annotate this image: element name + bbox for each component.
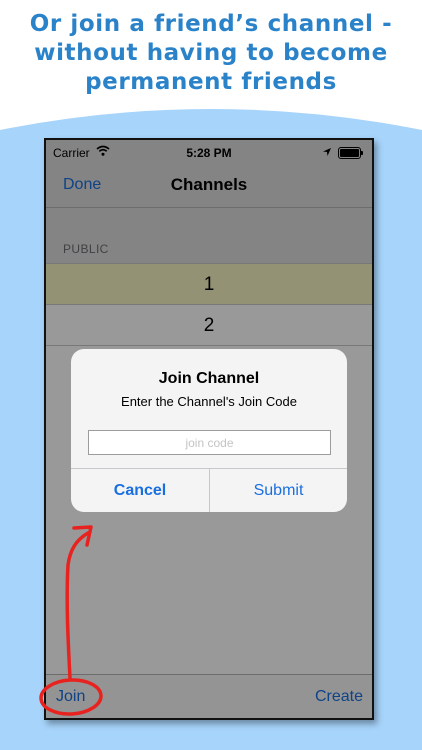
headline-line-2: without having to become [34,40,388,66]
promo-headline: Or join a friend’s channel - without hav… [0,10,422,97]
headline-line-3: permanent friends [85,69,337,95]
dialog-title: Join Channel [158,370,260,387]
cancel-button[interactable]: Cancel [71,469,209,512]
join-code-input[interactable] [88,430,331,455]
join-channel-dialog: Join Channel Enter the Channel's Join Co… [71,349,347,512]
phone-screen: Carrier 5:28 PM Done Channels PUBLIC 1 2… [44,138,374,720]
headline-line-1: Or join a friend’s channel - [29,11,393,37]
dialog-message: Enter the Channel's Join Code [121,394,297,409]
submit-button[interactable]: Submit [210,469,347,512]
